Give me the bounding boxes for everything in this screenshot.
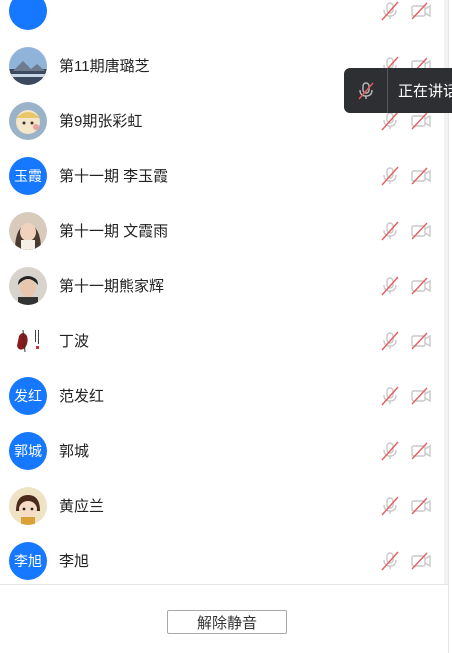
- mic-muted-icon[interactable]: [379, 220, 401, 242]
- participant-name: 黄应兰: [59, 498, 105, 515]
- camera-off-icon[interactable]: [410, 0, 432, 22]
- camera-off-icon[interactable]: [410, 440, 432, 462]
- participant-row[interactable]: 发红 范发红: [0, 368, 448, 423]
- speaking-label: 正在讲话: [398, 83, 452, 100]
- camera-off-icon[interactable]: [410, 330, 432, 352]
- mic-muted-icon[interactable]: [379, 275, 401, 297]
- avatar: [9, 321, 47, 360]
- participant-controls: [379, 495, 432, 517]
- participant-controls: [379, 385, 432, 407]
- participant-name: 范发红: [59, 388, 105, 405]
- participant-row[interactable]: 李旭 李旭: [0, 533, 448, 588]
- camera-off-icon[interactable]: [410, 550, 432, 572]
- mic-muted-icon[interactable]: [379, 495, 401, 517]
- avatar: [9, 266, 47, 305]
- camera-off-icon[interactable]: [410, 385, 432, 407]
- participant-controls: [379, 275, 432, 297]
- participant-name: 李旭: [59, 553, 90, 570]
- camera-off-icon[interactable]: [410, 165, 432, 187]
- mic-muted-icon[interactable]: [379, 330, 401, 352]
- participant-name: 丁波: [59, 333, 90, 350]
- participant-controls: [379, 0, 432, 22]
- participant-name: 郭城: [59, 443, 90, 460]
- mic-muted-icon[interactable]: [379, 550, 401, 572]
- participant-row[interactable]: 第十一期熊家辉: [0, 258, 448, 313]
- participant-controls: [379, 550, 432, 572]
- participant-row[interactable]: 丁波: [0, 313, 448, 368]
- avatar: 郭城: [9, 431, 47, 470]
- participant-controls: [379, 165, 432, 187]
- avatar: [9, 101, 47, 140]
- participant-name: 第11期唐璐芝: [59, 58, 150, 75]
- camera-off-icon[interactable]: [410, 220, 432, 242]
- avatar: [9, 0, 47, 30]
- avatar: [9, 486, 47, 525]
- mic-muted-icon: [344, 68, 388, 113]
- mic-muted-icon[interactable]: [379, 440, 401, 462]
- panel-footer: 解除静音: [0, 584, 448, 653]
- participant-row[interactable]: 玉霞 第十一期 李玉霞: [0, 148, 448, 203]
- participant-row[interactable]: 第十一期 文霞雨: [0, 203, 448, 258]
- camera-off-icon[interactable]: [410, 275, 432, 297]
- unmute-button[interactable]: 解除静音: [167, 610, 287, 634]
- speaking-indicator: 正在讲话: [344, 68, 452, 113]
- avatar: 李旭: [9, 541, 47, 580]
- participant-name: 第9期张彩虹: [59, 113, 143, 130]
- participant-controls: [379, 220, 432, 242]
- participant-name: 第十一期 李玉霞: [59, 168, 169, 185]
- mic-muted-icon[interactable]: [379, 165, 401, 187]
- participant-name: 第十一期熊家辉: [59, 278, 165, 295]
- participant-row[interactable]: [0, 0, 448, 38]
- avatar: 发红: [9, 376, 47, 415]
- avatar: 玉霞: [9, 156, 47, 195]
- participant-row[interactable]: 郭城 郭城: [0, 423, 448, 478]
- participant-name: 第十一期 文霞雨: [59, 223, 169, 240]
- participant-controls: [379, 440, 432, 462]
- participant-row[interactable]: 黄应兰: [0, 478, 448, 533]
- participant-controls: [379, 330, 432, 352]
- camera-off-icon[interactable]: [410, 495, 432, 517]
- mic-muted-icon[interactable]: [379, 0, 401, 22]
- avatar: [9, 46, 47, 85]
- avatar: [9, 211, 47, 250]
- mic-muted-icon[interactable]: [379, 385, 401, 407]
